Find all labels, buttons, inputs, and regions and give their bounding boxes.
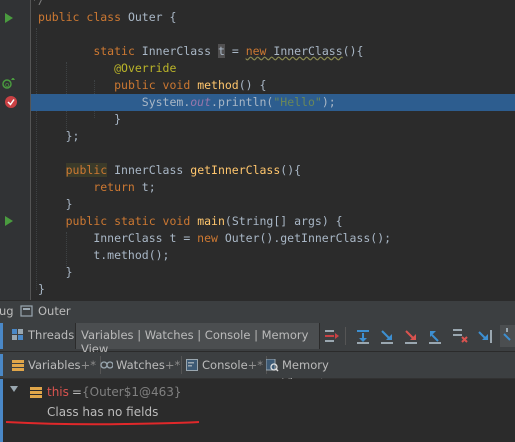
field-icon [30, 387, 42, 398]
debug-session-icon [20, 305, 33, 317]
svg-text:o: o [5, 81, 9, 89]
code-keyword: static [93, 44, 142, 58]
watches-icon [100, 361, 113, 369]
memory-view-icon [266, 359, 279, 372]
variable-row-this[interactable]: this = {Outer$1@463} [0, 379, 515, 405]
code-line: */ [31, 0, 515, 9]
run-main-icon[interactable] [5, 216, 13, 226]
variables-icon [12, 360, 24, 371]
step-into-icon[interactable] [378, 327, 396, 345]
step-over-icon[interactable] [354, 327, 372, 345]
debug-header-label: ug [0, 304, 14, 318]
code-method-name: main [197, 214, 225, 228]
code-keyword: public static void [65, 214, 198, 228]
console-icon [186, 359, 198, 371]
code-line: public InnerClass getInnerClass(){ [65, 163, 302, 177]
code-editor[interactable]: o */ public class Outer { static InnerCl… [0, 0, 515, 300]
debug-session-tab[interactable]: Outer [38, 304, 71, 318]
field-t-token: t [217, 44, 225, 58]
toolbar-overflow[interactable] [500, 325, 515, 347]
highlighted-execution-line[interactable]: System.out.println("Hello"); [31, 94, 515, 111]
tab-variables[interactable]: Variables+* [8, 356, 101, 374]
tab-watches[interactable]: Watches+* [96, 356, 182, 374]
code-line: } [65, 265, 73, 279]
code-string: "Hello" [273, 95, 322, 109]
variables-panel[interactable]: this = {Outer$1@463} Class has no fields [0, 379, 515, 442]
code-type: InnerClass [141, 44, 218, 58]
tab-console-label: Console [202, 358, 248, 372]
code-line: @Override [31, 60, 515, 77]
pin-marker: +* [164, 358, 181, 372]
code-type: InnerClass [273, 44, 343, 58]
code-static-field: out [190, 95, 212, 109]
tab-threads[interactable]: Threads [28, 328, 74, 342]
code-line: } [114, 112, 122, 126]
code-line: InnerClass t = new Outer().getInnerClass… [93, 231, 392, 245]
pin-marker: +* [80, 358, 96, 372]
tab-console[interactable]: Console+* [182, 356, 267, 374]
code-annotation: @Override [114, 61, 177, 75]
tab-selection-marker [0, 323, 3, 349]
show-execution-point-icon[interactable] [323, 327, 341, 345]
view-tab-marker [0, 354, 3, 376]
code-line: public static void main(String[] args) { [65, 214, 343, 228]
breakpoint-icon[interactable] [4, 95, 18, 109]
code-text: Outer { [127, 10, 177, 24]
code-line: } [37, 282, 45, 296]
force-step-into-icon[interactable] [402, 327, 420, 345]
code-line: }; [65, 129, 80, 143]
debug-tool-window-header: ug Outer [0, 300, 515, 322]
variable-name: this [47, 385, 69, 399]
code-method-name: method [197, 78, 239, 92]
red-underline-annotation [5, 421, 200, 426]
code-line: static InnerClass t = new InnerClass(){ [93, 44, 364, 58]
code-keyword: public [65, 163, 108, 177]
threads-icon [12, 329, 24, 341]
code-line: t.method(); [93, 248, 170, 262]
editor-gutter[interactable]: o [0, 0, 31, 300]
code-line: public void method() { [114, 78, 267, 92]
override-marker-icon[interactable]: o [2, 78, 16, 90]
variable-value: {Outer$1@463} [82, 385, 182, 399]
code-line: public class Outer { [31, 9, 515, 26]
restored-tabs-group[interactable]: Variables | Watches | Console | Memory V… [75, 323, 320, 356]
code-line: } [65, 197, 73, 211]
debugger-tab-bar: Threads Variables | Watches | Console | … [0, 321, 515, 356]
code-keyword: public void [114, 78, 198, 92]
code-keyword: new [245, 44, 274, 58]
run-to-cursor-icon[interactable] [476, 327, 494, 345]
code-method-name: getInnerClass [190, 163, 281, 177]
tab-memory-view[interactable]: Memory View+* [262, 356, 370, 390]
code-keyword: new [197, 231, 225, 245]
drop-frame-icon[interactable] [451, 327, 469, 345]
code-comment: */ [31, 0, 45, 7]
no-fields-message: Class has no fields [47, 405, 159, 419]
debugger-view-tabs: Variables+* Watches+* Console+* Memory V… [0, 352, 515, 390]
code-keyword: return [93, 180, 142, 194]
code-keyword: public class [37, 10, 128, 24]
step-out-icon[interactable] [426, 327, 444, 345]
pin-marker: +* [247, 358, 264, 372]
tab-watches-label: Watches [116, 358, 165, 372]
run-class-icon[interactable] [5, 13, 13, 23]
code-line: return t; [93, 180, 156, 194]
tab-variables-label: Variables [28, 358, 81, 372]
